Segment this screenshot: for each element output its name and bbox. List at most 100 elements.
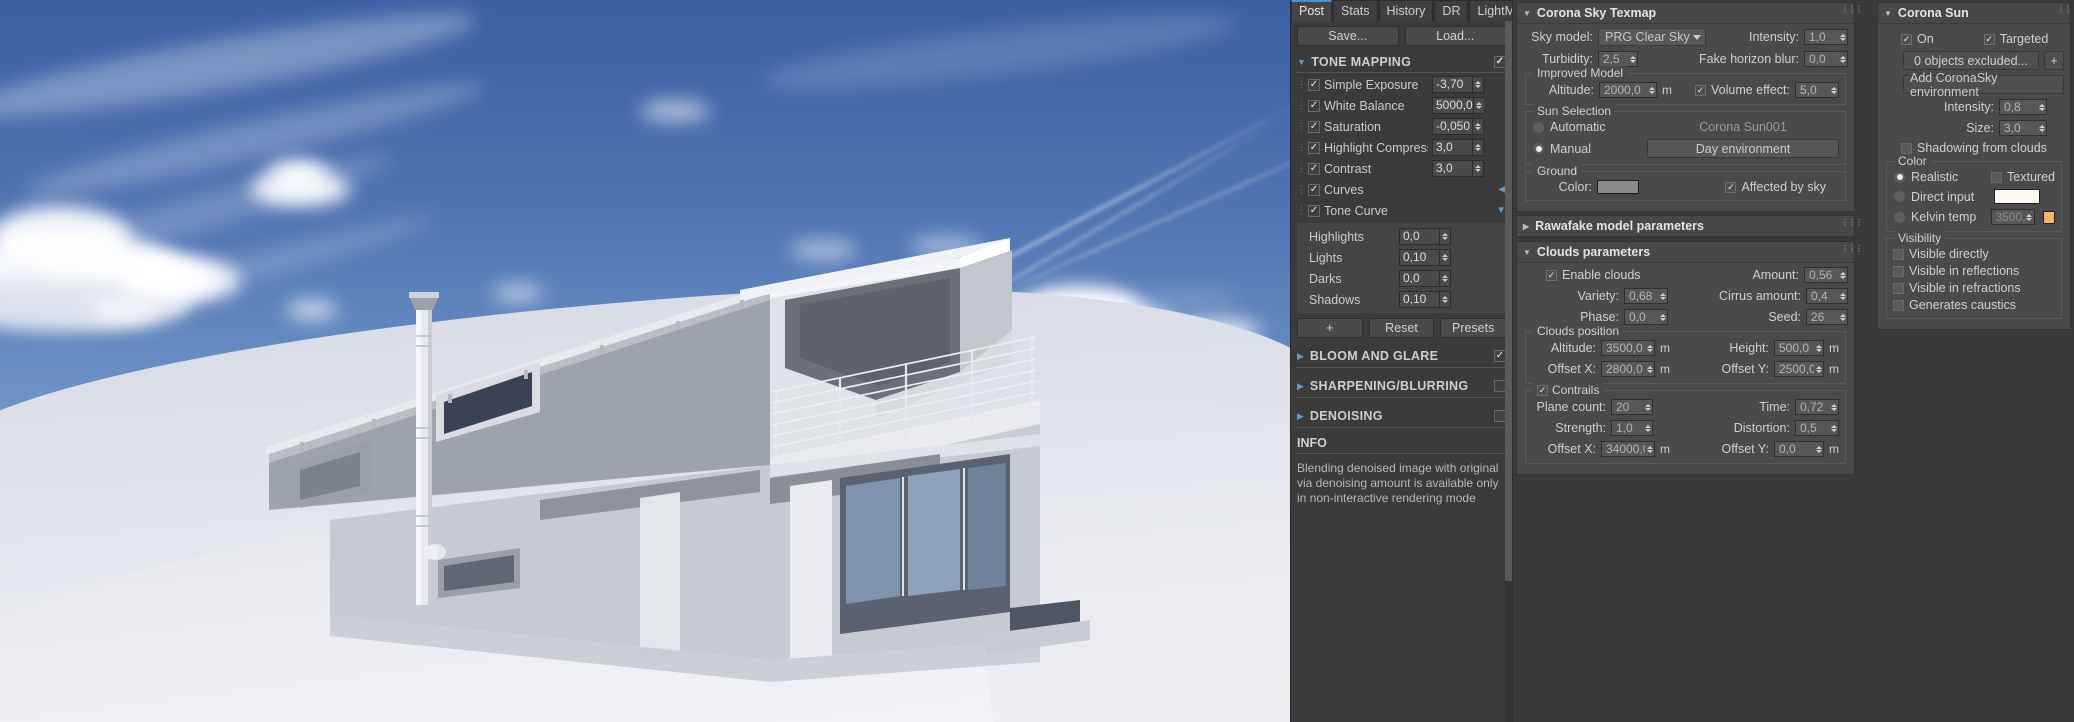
spinner-icon[interactable] [1829,421,1838,435]
radio-sun-manual[interactable] [1532,142,1545,155]
tm-checkbox-contrast[interactable]: ✓ [1308,162,1320,175]
color-swatch-ground[interactable] [1597,180,1639,194]
spinner-icon[interactable] [1472,77,1483,92]
tab-post[interactable]: Post [1291,0,1333,21]
spin-clouds-offset-x[interactable]: 2800,0 [1601,361,1655,377]
grip-dots-icon[interactable]: ⋮⋮⋮ [1841,245,1863,253]
tone-mapping-header[interactable]: ▼ TONE MAPPING ✓ [1297,55,1506,73]
spin-cirrus-amount[interactable]: 0,4 [1806,288,1848,304]
drag-handle-icon[interactable]: ⋮⋮ [1297,142,1314,153]
rollout-title-rawafake[interactable]: ▶ Rawafake model parameters ⋮⋮⋮ [1517,216,1863,237]
spinner-icon[interactable] [1829,83,1838,97]
button-add-exclude[interactable]: + [2044,51,2064,70]
spin-clouds-altitude[interactable]: 3500,0 [1601,340,1655,356]
spinner-icon[interactable] [1472,161,1483,176]
checkbox-volume-effect[interactable]: ✓ [1695,84,1706,96]
checkbox-visible-in-refractions[interactable] [1893,282,1904,294]
tm-checkbox-simple-exposure[interactable]: ✓ [1308,78,1320,91]
spin-seed[interactable]: 26 [1806,309,1848,325]
save-button[interactable]: Save... [1297,26,1399,46]
tab-history[interactable]: History [1378,0,1434,21]
section-sharpening-blurring[interactable]: ▶ SHARPENING/BLURRING [1297,379,1506,398]
tm-checkbox-tone-curve[interactable]: ✓ [1308,204,1320,217]
spin-plane-count[interactable]: 20 [1611,399,1653,415]
spinner-icon[interactable] [1439,292,1450,307]
spin-clouds-height[interactable]: 500,0 [1774,340,1824,356]
spinner-icon[interactable] [1658,289,1667,303]
tc-spin-lights[interactable]: 0,10 [1399,249,1451,266]
grip-dots-icon[interactable]: ⋮⋮⋮ [2057,6,2074,14]
drag-handle-icon[interactable]: ⋮⋮ [1297,121,1314,132]
grip-dots-icon[interactable]: ⋮⋮⋮ [1841,219,1863,227]
spin-intensity[interactable]: 1,0 [1804,29,1848,45]
button-add-coronasky-environment[interactable]: Add CoronaSky environment [1903,71,2064,99]
radio-color-kelvin[interactable] [1893,210,1906,224]
tm-spin-highlight-compression[interactable]: 3,0 [1432,139,1484,156]
tm-checkbox-highlight-compression[interactable]: ✓ [1308,141,1320,154]
spin-contrails-time[interactable]: 0,72 [1795,399,1839,415]
section-denoising[interactable]: ▶ DENOISING [1297,409,1506,428]
checkbox-enable-clouds[interactable]: ✓ [1546,269,1557,281]
spinner-icon[interactable] [1472,119,1483,134]
checkbox-visible-in-reflections[interactable] [1893,265,1904,277]
tm-checkbox-saturation[interactable]: ✓ [1308,120,1320,133]
render-viewport[interactable] [0,0,1290,722]
spinner-icon[interactable] [1472,98,1484,113]
radio-color-realistic[interactable] [1893,170,1906,184]
tab-dr[interactable]: DR [1434,0,1469,21]
tab-lightmix[interactable]: LightMix [1469,0,1512,21]
spinner-icon[interactable] [1658,310,1667,324]
spinner-icon[interactable] [1814,442,1823,456]
add-operator-button[interactable]: + [1297,318,1363,338]
post-panel-scrollbar[interactable] [1505,21,1512,722]
drag-handle-icon[interactable]: ⋮⋮ [1297,100,1314,111]
spinner-icon[interactable] [1472,140,1483,155]
tm-spin-simple-exposure[interactable]: -3,70 [1432,76,1484,93]
spin-fake-horizon-blur[interactable]: 0,0 [1804,51,1848,67]
tm-checkbox-curves[interactable]: ✓ [1308,183,1320,196]
spinner-icon[interactable] [2024,210,2034,224]
spinner-icon[interactable] [1838,268,1847,282]
spinner-icon[interactable] [1643,421,1652,435]
spinner-icon[interactable] [1838,52,1847,66]
button-sun-manual-pick[interactable]: Day environment [1647,139,1839,158]
radio-sun-automatic[interactable] [1532,120,1545,134]
spinner-icon[interactable] [2037,121,2046,135]
load-button[interactable]: Load... [1404,26,1506,46]
spinner-icon[interactable] [1829,400,1838,414]
tc-spin-highlights[interactable]: 0,0 [1399,228,1451,245]
spin-cloud-amount[interactable]: 0,56 [1804,267,1848,283]
checkbox-shadowing-from-clouds[interactable] [1901,142,1912,154]
rollout-title-corona-sky-texmap[interactable]: ▼ Corona Sky Texmap ⋮⋮⋮ [1517,3,1863,24]
spin-altitude[interactable]: 2000,0 [1599,82,1657,98]
spinner-icon[interactable] [1439,250,1450,265]
spinner-icon[interactable] [1439,229,1450,244]
checkbox-sun-targeted[interactable]: ✓ [1983,33,1995,45]
checkbox-sun-on[interactable]: ✓ [1901,33,1912,45]
spinner-icon[interactable] [1643,400,1652,414]
checkbox-visible-directly[interactable] [1893,248,1904,260]
spin-clouds-offset-y[interactable]: 2500,0 [1774,361,1824,377]
button-objects-excluded[interactable]: 0 objects excluded... [1903,51,2039,70]
tc-spin-shadows[interactable]: 0,10 [1399,291,1451,308]
dropdown-sky-model[interactable]: PRG Clear Sky [1598,28,1706,46]
tm-spin-white-balance[interactable]: 5000,0 [1432,97,1484,114]
tab-stats[interactable]: Stats [1333,0,1378,21]
spin-contrails-distortion[interactable]: 0,5 [1795,420,1839,436]
radio-color-direct-input[interactable] [1893,190,1906,203]
drag-handle-icon[interactable]: ⋮⋮ [1297,184,1314,195]
spinner-icon[interactable] [1645,442,1654,456]
drag-handle-icon[interactable]: ⋮⋮ [1297,163,1314,174]
checkbox-color-textured[interactable] [1991,171,2003,183]
spinner-icon[interactable] [1814,362,1823,376]
tm-checkbox-white-balance[interactable]: ✓ [1308,99,1320,112]
checkbox-generates-caustics[interactable] [1893,299,1904,311]
spinner-icon[interactable] [1838,310,1847,324]
spin-volume-effect[interactable]: 5,0 [1795,82,1839,98]
spinner-icon[interactable] [1814,341,1823,355]
spin-sun-intensity[interactable]: 0,8 [1999,99,2047,115]
spinner-icon[interactable] [1628,52,1637,66]
color-swatch-direct-input[interactable] [1994,189,2040,204]
rollout-title-corona-sun[interactable]: ▼ Corona Sun ⋮⋮⋮ [1878,3,2074,24]
spinner-icon[interactable] [1838,30,1847,44]
